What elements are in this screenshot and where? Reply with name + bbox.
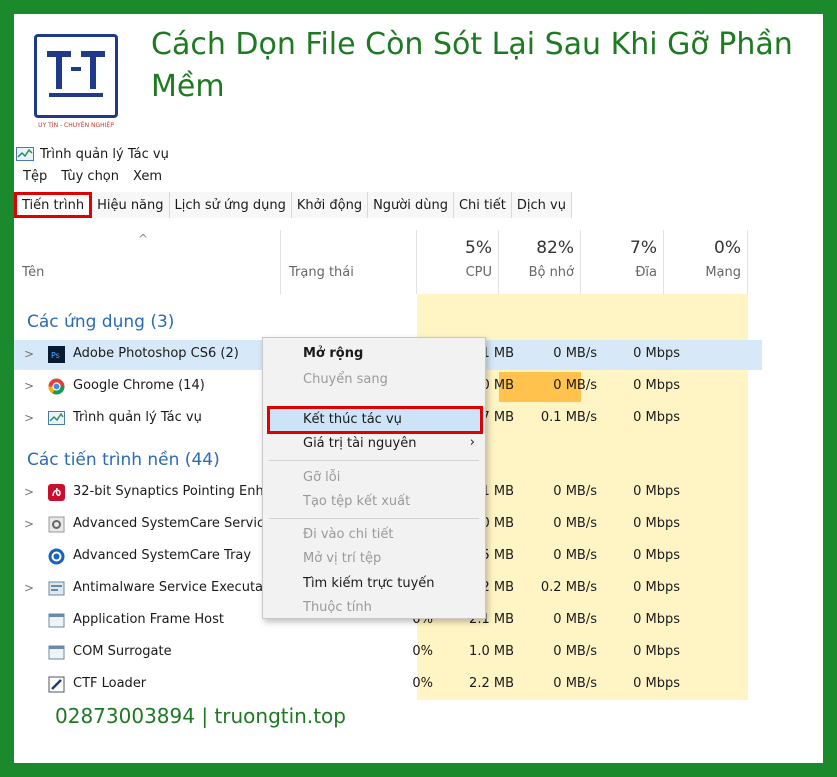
page-frame: UY TÍN - CHUYÊN NGHIỆP Cách Dọn File Còn… xyxy=(14,14,823,763)
menu-item-expand[interactable]: Mở rộng xyxy=(303,342,363,366)
expand-chevron-icon[interactable]: > xyxy=(24,581,34,595)
page-title: Cách Dọn File Còn Sót Lại Sau Khi Gỡ Phầ… xyxy=(151,24,823,108)
com-surrogate-icon xyxy=(48,645,65,660)
column-header-status[interactable]: Trạng thái xyxy=(281,230,417,294)
menu-item-search-online[interactable]: Tìm kiếm trực tuyến xyxy=(303,572,435,596)
brand-logo: UY TÍN - CHUYÊN NGHIỆP xyxy=(34,34,118,132)
menu-options[interactable]: Tùy chọn xyxy=(61,169,119,184)
menu-item-go-to-details[interactable]: Đi vào chi tiết xyxy=(303,523,394,547)
submenu-arrow-icon: › xyxy=(469,435,475,450)
logo-mark xyxy=(47,51,105,97)
tab-users[interactable]: Người dùng xyxy=(368,192,454,218)
menu-item-switch-to[interactable]: Chuyển sang xyxy=(303,368,388,392)
menu-item-create-dump[interactable]: Tạo tệp kết xuất xyxy=(303,490,410,514)
tab-services[interactable]: Dịch vụ xyxy=(511,192,572,218)
column-header-memory[interactable]: 82% Bộ nhớ xyxy=(499,230,581,294)
group-header-apps: Các ứng dụng (3) xyxy=(27,312,175,332)
menu-item-resource-values[interactable]: Giá trị tài nguyên xyxy=(303,432,479,456)
page-title-line2: Mềm xyxy=(151,69,225,104)
tab-bar: Tiến trình Hiệu năng Lịch sử ứng dụng Kh… xyxy=(14,192,572,218)
window-title: Trình quản lý Tác vụ xyxy=(40,146,169,162)
menu-view[interactable]: Xem xyxy=(133,169,162,184)
svg-text:Ps: Ps xyxy=(51,351,60,360)
context-menu: Mở rộng Chuyển sang Kết thúc tác vụ Giá … xyxy=(262,337,486,619)
photoshop-icon: Ps xyxy=(48,346,65,363)
menu-separator xyxy=(269,460,479,461)
tab-app-history[interactable]: Lịch sử ứng dụng xyxy=(169,192,292,218)
group-header-background: Các tiến trình nền (44) xyxy=(27,450,220,470)
tab-performance[interactable]: Hiệu năng xyxy=(92,192,170,218)
cpu-total: 5% xyxy=(465,238,492,258)
task-manager-window: Trình quản lý Tác vụ Tệp Tùy chọn Xem Ti… xyxy=(14,140,823,700)
ctf-loader-icon xyxy=(48,676,65,693)
window-titlebar: Trình quản lý Tác vụ xyxy=(16,144,169,164)
resource-values-label: Giá trị tài nguyên xyxy=(303,436,417,451)
expand-chevron-icon[interactable]: > xyxy=(24,485,34,499)
systemcare-icon xyxy=(48,548,65,565)
footer-contact: 02873003894 | truongtin.top xyxy=(55,704,346,728)
memory-total: 82% xyxy=(536,238,574,258)
service-icon xyxy=(48,516,65,533)
table-row[interactable]: CTF Loader 0% 2.2 MB 0 MB/s 0 Mbps xyxy=(14,670,762,700)
expand-chevron-icon[interactable]: > xyxy=(24,347,34,361)
app-frame-icon xyxy=(48,613,65,628)
menu-item-debug[interactable]: Gỡ lỗi xyxy=(303,466,340,490)
expand-chevron-icon[interactable]: > xyxy=(24,411,34,425)
tab-details[interactable]: Chi tiết xyxy=(453,192,512,218)
antimalware-icon xyxy=(48,581,65,596)
column-header-disk[interactable]: 7% Đĩa xyxy=(581,230,664,294)
table-row[interactable]: COM Surrogate 0% 1.0 MB 0 MB/s 0 Mbps xyxy=(14,638,762,668)
menu-item-open-file-location[interactable]: Mở vị trí tệp xyxy=(303,547,381,571)
menu-file[interactable]: Tệp xyxy=(23,169,47,184)
expand-chevron-icon[interactable]: > xyxy=(24,379,34,393)
sort-up-icon: ^ xyxy=(138,232,149,246)
disk-total: 7% xyxy=(630,238,657,258)
column-header-network[interactable]: 0% Mạng xyxy=(664,230,748,294)
menu-separator xyxy=(269,518,479,519)
chrome-icon xyxy=(48,378,65,395)
synaptics-icon xyxy=(48,484,65,501)
tab-startup[interactable]: Khởi động xyxy=(291,192,369,218)
menu-bar: Tệp Tùy chọn Xem xyxy=(23,169,162,184)
task-manager-icon xyxy=(48,411,65,425)
tab-processes[interactable]: Tiến trình xyxy=(14,192,93,218)
network-total: 0% xyxy=(714,238,741,258)
task-manager-app-icon xyxy=(16,147,34,161)
logo-tagline: UY TÍN - CHUYÊN NGHIỆP xyxy=(38,122,114,129)
column-header-name[interactable]: ^ Tên xyxy=(14,230,281,294)
logo-box xyxy=(34,34,118,118)
column-header-cpu[interactable]: 5% CPU xyxy=(417,230,499,294)
menu-item-end-task[interactable]: Kết thúc tác vụ xyxy=(303,408,402,432)
expand-chevron-icon[interactable]: > xyxy=(24,517,34,531)
menu-item-properties[interactable]: Thuộc tính xyxy=(303,596,372,620)
page-title-line1: Cách Dọn File Còn Sót Lại Sau Khi Gỡ Phầ… xyxy=(151,27,793,62)
